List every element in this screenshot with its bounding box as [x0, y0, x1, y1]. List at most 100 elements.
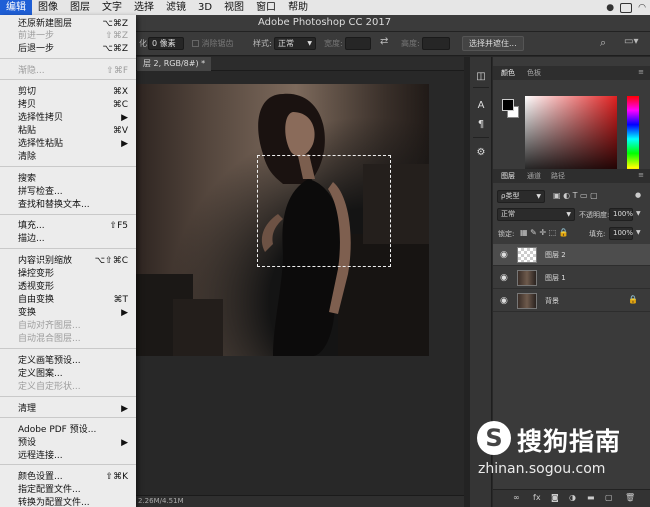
edit-menu-item-label: 还原新建图层: [18, 19, 73, 29]
edit-menu-item-label: 预设: [18, 438, 37, 448]
edit-menu-item[interactable]: 颜色设置... ⇧⌘K: [0, 471, 136, 484]
edit-menu-item[interactable]: 查找和替换文本...: [0, 199, 136, 212]
layer-row[interactable]: ◉ 背景 🔒: [493, 290, 650, 312]
panel-menu-icon[interactable]: ≡: [638, 68, 644, 76]
panel-menu-icon[interactable]: ≡: [638, 171, 644, 179]
link-layers-icon[interactable]: ∞: [513, 493, 520, 502]
history-icon[interactable]: ◫: [474, 71, 488, 83]
character-icon[interactable]: A: [474, 100, 488, 112]
menu-select[interactable]: 选择: [128, 0, 160, 15]
edit-menu-item-label: 拷贝: [18, 100, 37, 110]
edit-menu-item[interactable]: 定义图案...: [0, 368, 136, 381]
menu-layer[interactable]: 图层: [64, 0, 96, 15]
eye-icon[interactable]: ◉: [500, 273, 508, 283]
edit-menu-item: 渐隐... ⇧⌘F: [0, 65, 136, 78]
tab-layers[interactable]: 图层: [501, 171, 515, 181]
opacity-input[interactable]: 100%: [609, 208, 633, 221]
layer-row[interactable]: ◉ 图层 2: [493, 244, 650, 266]
edit-menu-item-label: 操控变形: [18, 269, 55, 279]
style-select[interactable]: 正常 ▼: [274, 37, 316, 50]
height-input[interactable]: [422, 37, 450, 50]
fx-icon[interactable]: fx: [533, 493, 541, 502]
fill-input[interactable]: 100%: [609, 227, 633, 240]
menu-edit[interactable]: 编辑: [0, 0, 32, 15]
chevron-down-icon[interactable]: ▼: [636, 229, 641, 236]
tab-color[interactable]: 颜色: [501, 68, 515, 78]
marquee-selection[interactable]: [257, 155, 391, 267]
paragraph-icon[interactable]: ¶: [474, 119, 488, 131]
edit-menu-item[interactable]: 粘贴 ⌘V: [0, 125, 136, 138]
edit-menu-item[interactable]: 拼写检查...: [0, 186, 136, 199]
document-tab[interactable]: 层 2, RGB/8#) *: [137, 57, 212, 71]
edit-menu-item[interactable]: 转换为配置文件...: [0, 497, 136, 507]
trash-icon[interactable]: 🗑: [625, 493, 635, 502]
tab-paths[interactable]: 路径: [551, 171, 565, 181]
tab-swatches[interactable]: 色板: [527, 68, 541, 78]
workspace-icon[interactable]: ▭▾: [624, 36, 638, 47]
edit-menu-item-shortcut: ⌘X: [112, 87, 128, 97]
edit-menu-item[interactable]: 搜索: [0, 173, 136, 186]
edit-menu-item-label: 自动混合图层...: [18, 334, 81, 344]
filter-toggle-icon[interactable]: ●: [635, 191, 641, 199]
menubar: 编辑 图像 图层 文字 选择 滤镜 3D 视图 窗口 帮助 ● ◠: [0, 0, 650, 15]
menu-filter[interactable]: 滤镜: [160, 0, 192, 15]
adjustment-layer-icon[interactable]: ◑: [569, 493, 576, 502]
edit-menu-item[interactable]: 变换 ▶: [0, 307, 136, 320]
edit-menu-item[interactable]: 剪切 ⌘X: [0, 86, 136, 99]
edit-menu-item[interactable]: 清除: [0, 151, 136, 164]
menu-window[interactable]: 窗口: [250, 0, 282, 15]
filter-type-icons[interactable]: ▣ ◐ T ▭ ▢: [553, 191, 598, 200]
layer-row[interactable]: ◉ 图层 1: [493, 267, 650, 289]
edit-menu-item[interactable]: 远程连接...: [0, 450, 136, 463]
edit-menu-item[interactable]: 后退一步 ⌥⌘Z: [0, 43, 136, 56]
edit-menu-item[interactable]: 透视变形: [0, 281, 136, 294]
edit-menu-item[interactable]: 指定配置文件...: [0, 484, 136, 497]
menu-separator: [0, 417, 136, 418]
edit-menu-item[interactable]: 内容识别缩放 ⌥⇧⌘C: [0, 255, 136, 268]
search-icon[interactable]: ⌕: [600, 36, 606, 50]
blend-mode-select[interactable]: 正常 ▼: [497, 208, 575, 221]
chevron-down-icon[interactable]: ▼: [636, 210, 641, 217]
layer-filter-select[interactable]: ρ类型 ▼: [497, 190, 545, 203]
new-group-icon[interactable]: ▬: [587, 493, 595, 502]
battery-icon[interactable]: [620, 2, 633, 13]
eye-icon[interactable]: ◉: [500, 296, 508, 306]
edit-menu-item-label: 剪切: [18, 87, 37, 97]
edit-menu-item[interactable]: 清理 ▶: [0, 403, 136, 416]
edit-menu-item[interactable]: 选择性粘贴 ▶: [0, 138, 136, 151]
edit-menu-item[interactable]: 描边...: [0, 233, 136, 246]
adjustments-icon[interactable]: ⚙: [474, 147, 488, 159]
menu-image[interactable]: 图像: [32, 0, 64, 15]
edit-menu-item[interactable]: 填充... ⇧F5: [0, 220, 136, 233]
qq-icon[interactable]: ●: [606, 3, 614, 13]
edit-menu-item-label: 自动对齐图层...: [18, 321, 81, 331]
edit-menu-item[interactable]: 预设 ▶: [0, 437, 136, 450]
width-input[interactable]: [345, 37, 371, 50]
edit-menu-item[interactable]: 定义画笔预设...: [0, 355, 136, 368]
menu-3d[interactable]: 3D: [192, 0, 218, 15]
edit-menu-item[interactable]: 自由变换 ⌘T: [0, 294, 136, 307]
select-and-mask-button[interactable]: 选择并遮住...: [462, 36, 524, 51]
edit-menu-item[interactable]: 操控变形: [0, 268, 136, 281]
wifi-icon[interactable]: ◠: [638, 3, 646, 13]
edit-menu-item[interactable]: 拷贝 ⌘C: [0, 99, 136, 112]
layer-name: 图层 2: [545, 251, 566, 259]
edit-menu-item-shortcut: ▶: [121, 139, 128, 149]
swap-arrows-icon[interactable]: ⇄: [380, 36, 388, 47]
anti-alias-checkbox[interactable]: 消除锯齿: [192, 38, 234, 49]
lock-icons[interactable]: ▦ ✎ ✛ ⬚ 🔒: [520, 228, 569, 237]
add-mask-icon[interactable]: ◙: [551, 493, 559, 502]
tab-channels[interactable]: 通道: [527, 171, 541, 181]
menu-type[interactable]: 文字: [96, 0, 128, 15]
menubar-status-icons: ● ◠: [606, 0, 646, 15]
menu-help[interactable]: 帮助: [282, 0, 314, 15]
feather-input[interactable]: 0 像素: [148, 37, 184, 50]
edit-menu-item[interactable]: 选择性拷贝 ▶: [0, 112, 136, 125]
new-layer-icon[interactable]: ▢: [605, 493, 613, 502]
lock-icon[interactable]: 🔒: [628, 295, 638, 304]
eye-icon[interactable]: ◉: [500, 250, 508, 260]
edit-menu-item[interactable]: Adobe PDF 预设...: [0, 424, 136, 437]
menu-view[interactable]: 视图: [218, 0, 250, 15]
foreground-swatch[interactable]: [502, 99, 514, 111]
edit-menu-item-label: 拼写检查...: [18, 187, 63, 197]
